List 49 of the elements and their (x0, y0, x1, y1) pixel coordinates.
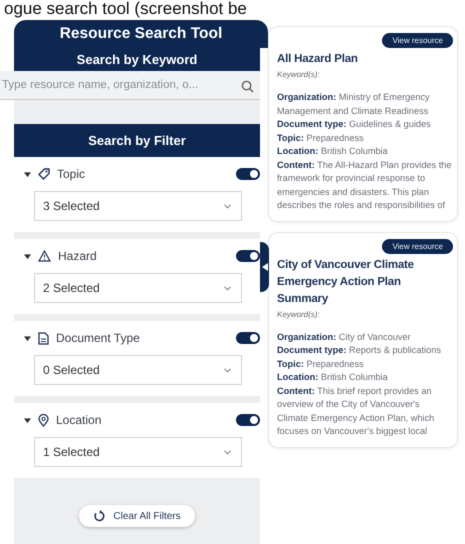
search-field[interactable]: Type resource name, organization, o... (0, 71, 260, 100)
resource-detail: Organization: Ministry of Emergency Management and Climate Readiness (277, 91, 431, 118)
resource-detail: Document type: Guidelines & guides (277, 118, 432, 131)
section-heading: Search by Keyword (14, 48, 260, 71)
warning-icon (38, 250, 51, 262)
toggle-switch[interactable] (236, 414, 260, 426)
keywords-label: Keyword(s): (277, 310, 321, 318)
search-icon[interactable] (241, 80, 254, 93)
resource-detail: Topic: Preparedness (277, 132, 365, 145)
collapse-handle[interactable] (260, 242, 269, 292)
toggle-switch[interactable] (236, 168, 260, 180)
reset-icon (93, 510, 106, 522)
dropdown[interactable]: 0 Selected (34, 355, 242, 385)
resource-title: All Hazard Plan (277, 52, 359, 67)
caret-icon[interactable] (24, 252, 31, 260)
toggle-switch[interactable] (236, 250, 260, 262)
filter-label: Topic (57, 167, 86, 181)
keywords-label: Keyword(s): (277, 70, 321, 79)
chevron-down-icon (224, 450, 231, 454)
dropdown[interactable]: 1 Selected (34, 437, 242, 467)
caret-icon[interactable] (24, 416, 31, 424)
section-heading: Search by Filter (14, 124, 260, 157)
app-title: Resource Search Tool (14, 20, 268, 48)
dropdown[interactable]: 3 Selected (34, 191, 242, 221)
dropdown[interactable]: 2 Selected (34, 273, 242, 303)
clear-filters-button[interactable]: Clear All Filters (79, 505, 195, 527)
document-icon (38, 332, 49, 344)
resource-detail: Location: British Columbia (277, 371, 389, 384)
resource-detail: Document type: Reports & publications (277, 344, 442, 357)
view-resource-button[interactable]: View resource (382, 33, 453, 48)
resource-detail: Content: This brief report provides an overview of the City of Vancouver's Climate Emergency Action Plan, which focuses on Vancouver's biggest local (277, 384, 436, 438)
resource-title: City of Vancouver Climate Emergency Action Plan Summary (277, 258, 415, 306)
filter-label: Document Type (56, 331, 141, 345)
caret-icon[interactable] (24, 170, 31, 178)
toggle-switch[interactable] (236, 332, 260, 344)
location-pin-icon (38, 414, 49, 426)
filter-label: Hazard (58, 249, 98, 263)
tag-icon (38, 168, 50, 180)
caption-text: ogue search tool (screenshot be (3, 0, 248, 18)
resource-detail: Organization: City of Vancouver (277, 330, 412, 344)
chevron-down-icon (224, 286, 231, 290)
resource-detail: Content: The All-Hazard Plan provides the framework for provincial response to emergencies and disasters. This plan describes the roles and responsibilities of (277, 158, 452, 212)
caret-icon[interactable] (24, 334, 31, 342)
view-resource-button[interactable]: View resource (382, 238, 453, 254)
resource-detail: Topic: Preparedness (277, 358, 365, 371)
chevron-down-icon (224, 204, 231, 208)
chevron-down-icon (224, 368, 231, 372)
resource-detail: Location: British Columbia (277, 145, 389, 158)
filter-label: Location (56, 413, 102, 427)
